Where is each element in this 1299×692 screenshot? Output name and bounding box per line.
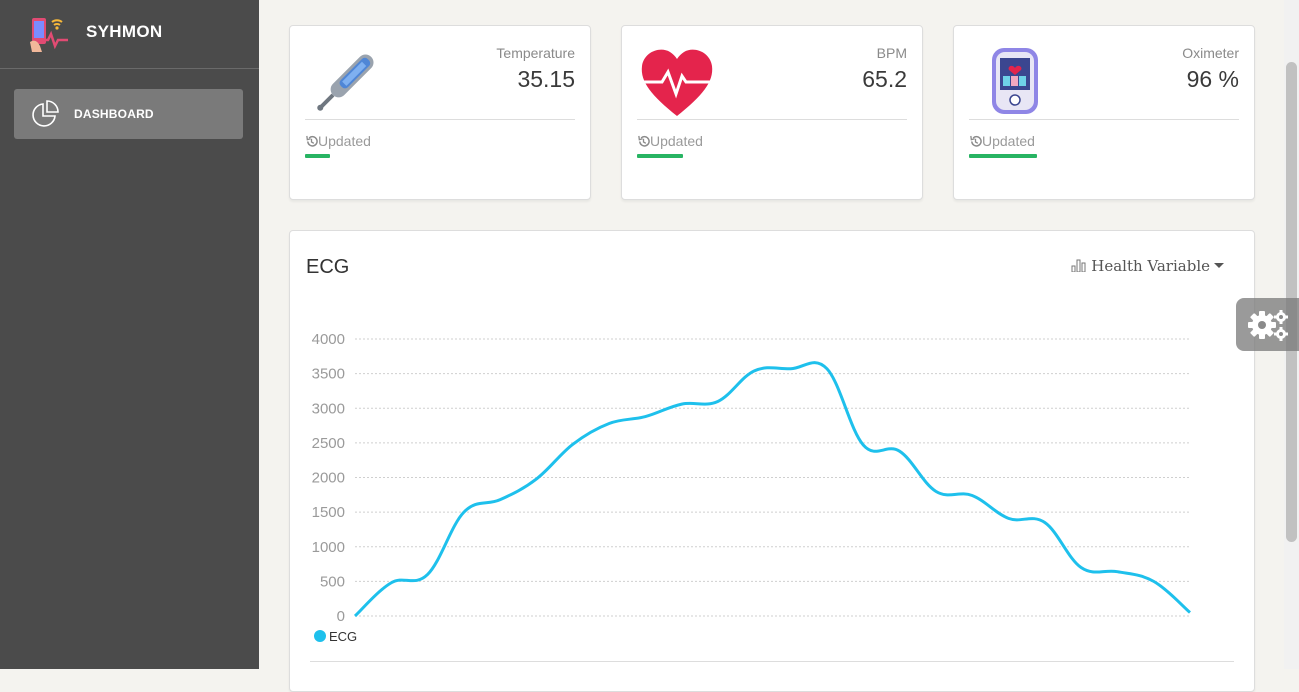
legend-label: ECG (329, 629, 357, 644)
bpm-footer: Updated (637, 133, 703, 149)
bpm-status-bar (637, 154, 683, 158)
legend-marker (314, 630, 326, 642)
bpm-footer-text: Updated (650, 133, 703, 149)
divider (305, 119, 575, 120)
pulse-oximeter-icon (970, 44, 1048, 122)
temperature-label: Temperature (496, 45, 575, 61)
y-tick-label: 500 (320, 573, 345, 590)
oximeter-footer: Updated (969, 133, 1035, 149)
thermometer-icon (306, 44, 384, 122)
brand[interactable]: SYHMON (0, 0, 259, 69)
health-monitor-logo-icon (28, 14, 72, 54)
divider (969, 119, 1239, 120)
oximeter-footer-text: Updated (982, 133, 1035, 149)
oximeter-card: Oximeter 96 % Updated (953, 25, 1255, 200)
divider (310, 661, 1234, 662)
oximeter-label: Oximeter (1182, 45, 1239, 61)
history-icon (637, 135, 650, 148)
bpm-card: BPM 65.2 Updated (621, 25, 923, 200)
temperature-footer: Updated (305, 133, 371, 149)
y-tick-label: 3000 (312, 400, 345, 417)
oximeter-status-bar (969, 154, 1037, 158)
bpm-label: BPM (877, 45, 907, 61)
temperature-status-bar (305, 154, 330, 158)
divider (637, 119, 907, 120)
oximeter-value: 96 % (1187, 66, 1239, 93)
sidebar-item-dashboard[interactable]: DASHBOARD (14, 89, 243, 139)
y-tick-label: 0 (337, 608, 345, 625)
ecg-card: ECG Health Variable 40003500300025002000… (289, 230, 1255, 692)
history-icon (305, 135, 318, 148)
y-tick-label: 2000 (312, 470, 345, 487)
y-tick-label: 2500 (312, 435, 345, 452)
bpm-value: 65.2 (862, 66, 907, 93)
temperature-value: 35.15 (517, 66, 575, 93)
temperature-card: Temperature 35.15 Updated (289, 25, 591, 200)
gears-icon (1247, 308, 1291, 342)
y-tick-label: 3500 (312, 366, 345, 383)
history-icon (969, 135, 982, 148)
brand-name: SYHMON (86, 22, 162, 42)
sidebar-item-label: DASHBOARD (74, 107, 154, 121)
ecg-chart: 4000 3500 3000 2500 2000 1500 1000 500 0 ECG (290, 231, 1254, 656)
y-tick-label: 1000 (312, 539, 345, 556)
pie-chart-icon (30, 99, 60, 129)
heart-pulse-icon (638, 44, 716, 122)
y-tick-label: 1500 (312, 504, 345, 521)
y-tick-label: 4000 (312, 331, 345, 348)
settings-button[interactable] (1236, 298, 1299, 351)
sidebar: SYHMON DASHBOARD (0, 0, 259, 669)
ecg-series-line (355, 363, 1190, 616)
temperature-footer-text: Updated (318, 133, 371, 149)
